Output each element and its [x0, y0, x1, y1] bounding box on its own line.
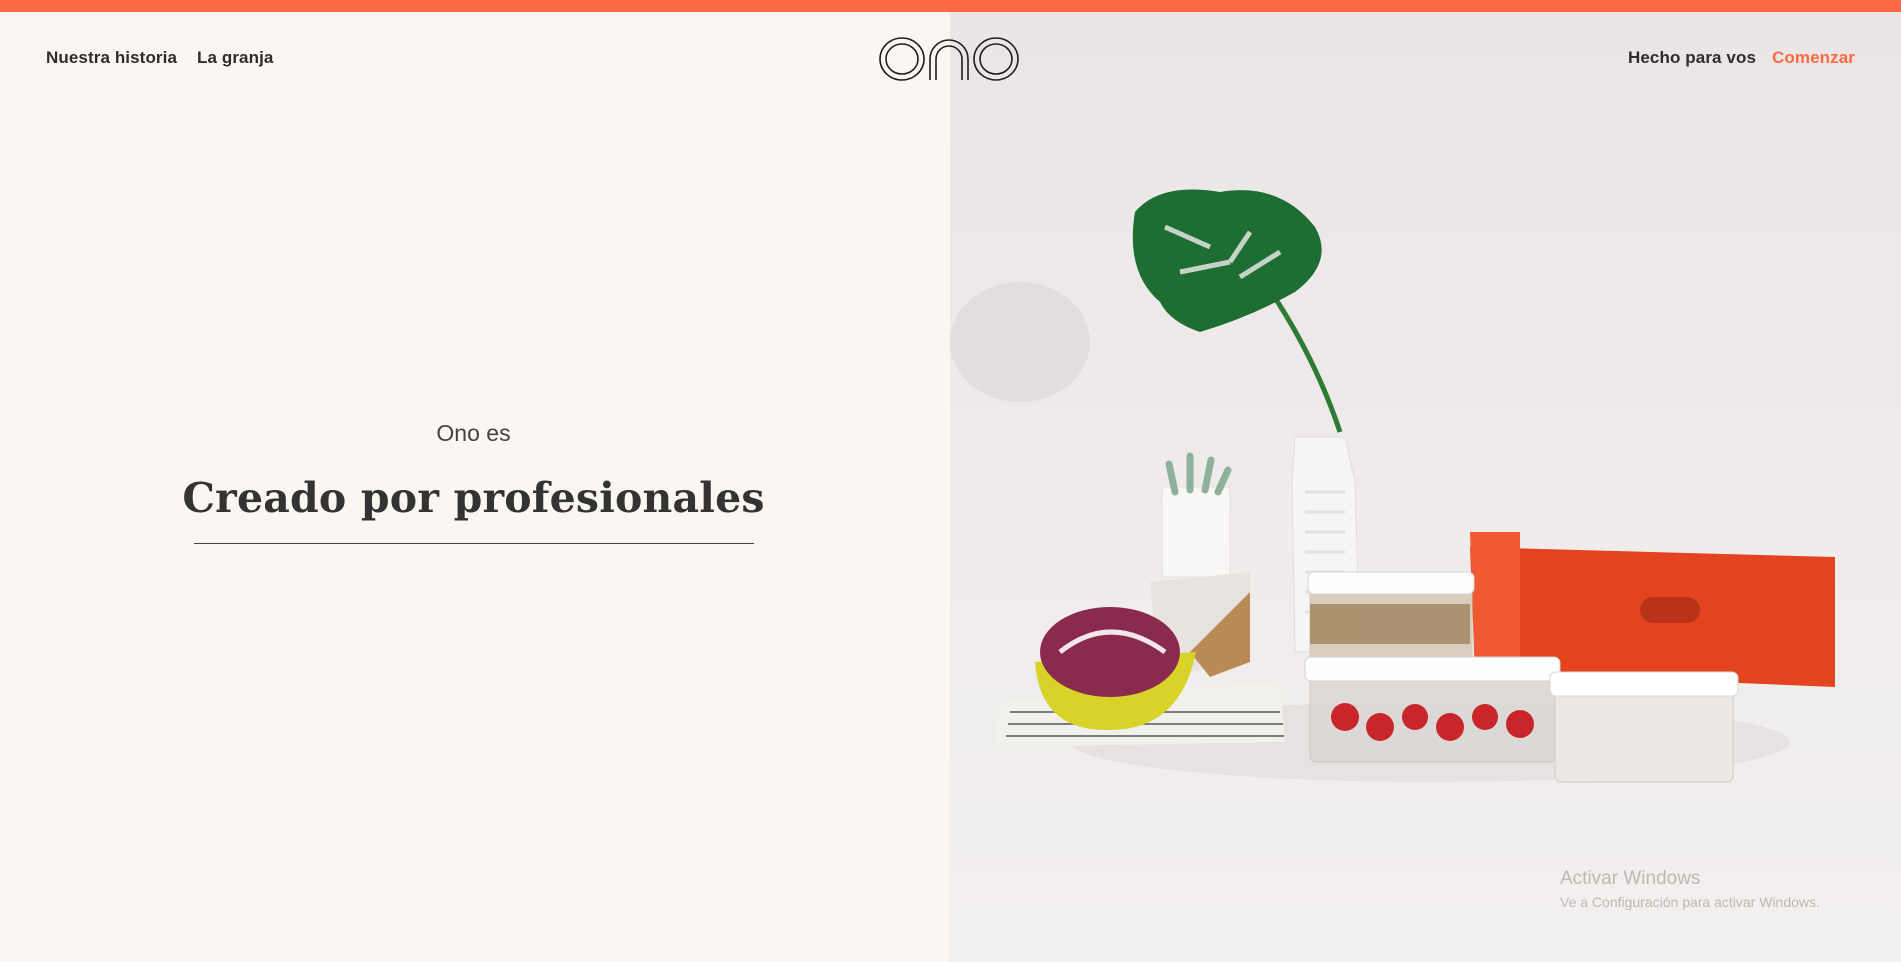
ono-logo[interactable]	[878, 34, 1020, 84]
ono-logo-icon	[879, 37, 1019, 81]
nav-la-granja[interactable]: La granja	[197, 48, 273, 67]
hero-title: Creado por profesionales	[182, 474, 765, 522]
nav-hecho-para-vos[interactable]: Hecho para vos	[1628, 48, 1756, 67]
top-accent-bar	[0, 0, 1901, 12]
hero-underline	[194, 543, 754, 544]
windows-activation-watermark: Activar Windows Ve a Configuración para …	[1560, 868, 1820, 910]
hero-subtitle: Ono es	[436, 420, 511, 446]
hero-image	[950, 12, 1901, 962]
nav-nuestra-historia[interactable]: Nuestra historia	[46, 48, 177, 67]
watermark-subtitle: Ve a Configuración para activar Windows.	[1560, 894, 1820, 910]
watermark-title: Activar Windows	[1560, 868, 1701, 889]
nav-comenzar-link[interactable]: Comenzar	[1772, 48, 1855, 67]
